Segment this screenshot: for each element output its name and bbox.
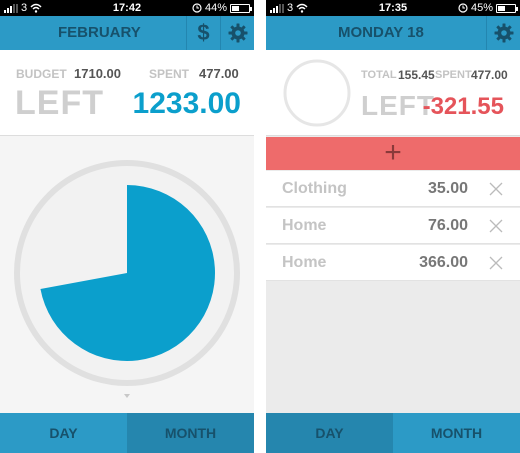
view-tabs: DAY MONTH [0, 413, 254, 453]
expense-row[interactable]: Home 366.00 [266, 245, 520, 281]
budget-pie-chart [14, 160, 240, 398]
status-bar: 3 17:42 44% [0, 0, 254, 16]
view-tabs: DAY MONTH [266, 413, 520, 453]
expense-amount: 76.00 [427, 217, 468, 234]
settings-button[interactable] [220, 16, 254, 50]
day-summary: TOTAL 155.45 SPENT 477.00 LEFT -321.55 [266, 50, 520, 136]
expense-category: Clothing [282, 180, 347, 197]
left-value: 1233.00 [132, 87, 241, 120]
day-title[interactable]: MONDAY 18 [338, 16, 424, 50]
spent-value: 477.00 [471, 68, 508, 82]
clock-icon [192, 3, 202, 13]
day-progress-ring [283, 59, 351, 127]
dollar-icon: $ [197, 20, 210, 45]
plus-icon: + [384, 136, 402, 169]
spent-value: 477.00 [199, 66, 239, 81]
budget-summary: BUDGET 1710.00 SPENT 477.00 LEFT 1233.00 [0, 50, 254, 136]
expense-amount: 35.00 [427, 180, 468, 197]
expense-row[interactable]: Home 76.00 [266, 208, 520, 244]
delete-icon[interactable] [488, 255, 504, 271]
day-screen: 3 17:35 45% MONDAY 18 TOTAL 155.45 SPENT… [266, 0, 520, 453]
gear-icon [228, 23, 247, 43]
tab-day[interactable]: DAY [0, 413, 127, 453]
expense-amount: 366.00 [419, 254, 468, 271]
budget-value: 1710.00 [74, 66, 121, 81]
total-value: 155.45 [398, 68, 435, 82]
spent-label: SPENT [435, 69, 472, 81]
left-value: -321.55 [422, 93, 504, 120]
month-title[interactable]: FEBRUARY [58, 16, 141, 50]
month-screen: 3 17:42 44% FEBRUARY $ BUDGET 1710.00 SP… [0, 0, 254, 453]
spent-label: SPENT [149, 67, 190, 81]
currency-button[interactable]: $ [186, 16, 220, 50]
tab-day[interactable]: DAY [266, 413, 393, 453]
down-arrow-icon[interactable] [124, 394, 130, 398]
gear-icon [494, 23, 513, 43]
battery-percent: 45% [470, 2, 493, 14]
total-label: TOTAL [361, 69, 397, 81]
expense-category: Home [282, 217, 327, 234]
budget-label: BUDGET [16, 67, 67, 81]
battery-icon [230, 3, 252, 13]
expense-row[interactable]: Clothing 35.00 [266, 171, 520, 207]
left-label: LEFT [15, 84, 104, 122]
delete-icon[interactable] [488, 218, 504, 234]
expense-category: Home [282, 254, 327, 271]
settings-button[interactable] [486, 16, 520, 50]
status-bar: 3 17:35 45% [266, 0, 520, 16]
battery-percent: 44% [204, 2, 227, 14]
tab-month[interactable]: MONTH [127, 413, 254, 453]
clock-icon [458, 3, 468, 13]
delete-icon[interactable] [488, 181, 504, 197]
battery-icon [496, 3, 518, 13]
tab-month[interactable]: MONTH [393, 413, 520, 453]
nav-bar: MONDAY 18 [266, 16, 520, 50]
nav-bar: FEBRUARY $ [0, 16, 254, 50]
add-expense-button[interactable]: + [266, 137, 520, 170]
